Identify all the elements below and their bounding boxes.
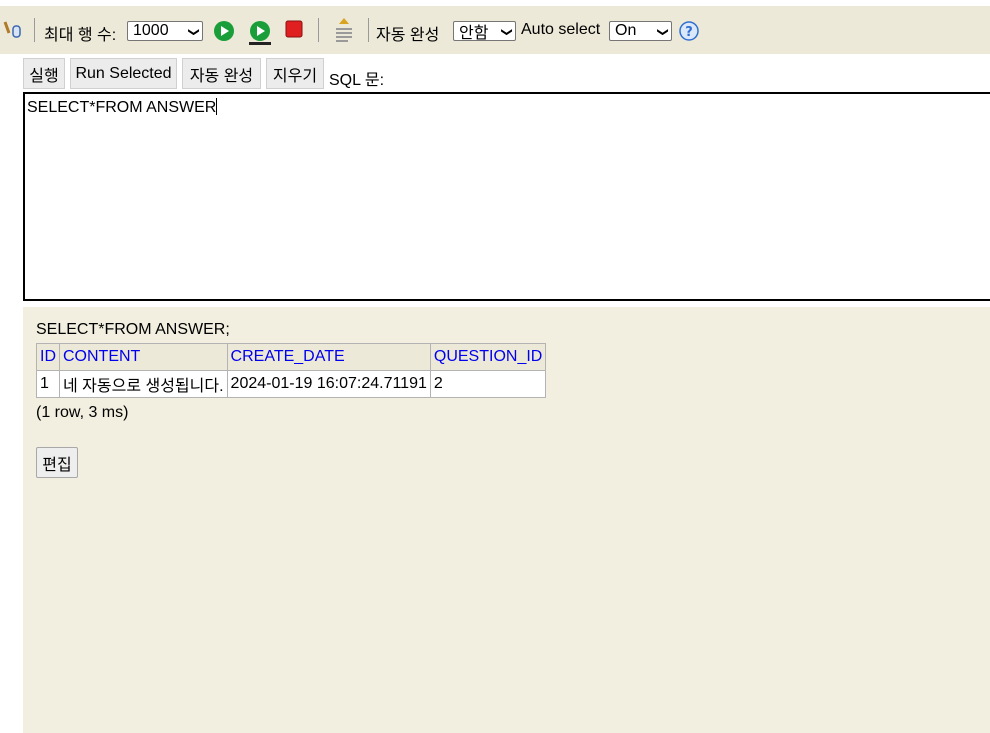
chevron-down-icon: ❮ [500, 27, 513, 37]
toolbar-separator [34, 18, 35, 42]
run-selected-button[interactable]: Run Selected [70, 58, 177, 89]
executed-query: SELECT*FROM ANSWER; [36, 321, 230, 338]
help-icon[interactable]: ? [679, 21, 699, 41]
table-cell: 1 [36, 370, 60, 398]
column-header-question-id[interactable]: QUESTION_ID [429, 343, 547, 371]
clear-button[interactable]: 지우기 [266, 58, 324, 89]
auto-complete-button[interactable]: 자동 완성 [182, 58, 261, 89]
result-panel: SELECT*FROM ANSWER; ID CONTENT CREATE_DA… [23, 307, 990, 733]
sql-statement-label: SQL 문: [329, 72, 385, 89]
auto-complete-label: 자동 완성 [376, 27, 440, 44]
auto-select-select[interactable]: On ❮ [609, 21, 672, 41]
pencil-icon[interactable] [2, 19, 22, 39]
max-rows-value: 1000 [133, 22, 169, 39]
auto-select-value: On [615, 22, 637, 39]
result-table: ID CONTENT CREATE_DATE QUESTION_ID 1 네 자… [36, 343, 547, 398]
auto-select-label: Auto select [521, 21, 601, 38]
table-row: 1 네 자동으로 생성됩니다. 2024-01-19 16:07:24.7119… [36, 370, 547, 398]
column-header-create-date[interactable]: CREATE_DATE [226, 343, 431, 371]
table-cell: 2 [429, 370, 547, 398]
run-selected-icon[interactable] [248, 20, 272, 46]
auto-complete-select[interactable]: 안함 ❮ [453, 21, 516, 42]
auto-complete-value: 안함 [459, 25, 489, 42]
stop-icon[interactable] [285, 20, 303, 38]
column-header-id[interactable]: ID [36, 343, 60, 371]
sql-editor[interactable]: SELECT*FROM ANSWER [23, 92, 990, 301]
chevron-down-icon: ❮ [187, 27, 200, 37]
max-rows-select[interactable]: 1000 ❮ [127, 21, 203, 41]
toolbar-separator [368, 18, 369, 42]
edit-button[interactable]: 편집 [36, 447, 78, 478]
table-cell: 2024-01-19 16:07:24.71191 [226, 370, 431, 398]
sql-editor-text: SELECT*FROM ANSWER [27, 99, 217, 116]
text-cursor [216, 98, 218, 115]
result-summary: (1 row, 3 ms) [36, 404, 129, 421]
toolbar-separator [318, 18, 319, 42]
run-icon[interactable] [213, 20, 235, 42]
table-cell: 네 자동으로 생성됩니다. [59, 370, 228, 398]
column-header-content[interactable]: CONTENT [59, 343, 228, 371]
max-rows-label: 최대 행 수: [44, 27, 117, 44]
table-header-row: ID CONTENT CREATE_DATE QUESTION_ID [36, 343, 547, 371]
chevron-down-icon: ❮ [656, 27, 669, 37]
document-history-icon[interactable] [334, 16, 354, 46]
help-glyph: ? [685, 25, 693, 40]
toolbar: 최대 행 수: 1000 ❮ 자동 완성 안함 ❮ Auto select On… [0, 6, 990, 54]
run-button[interactable]: 실행 [23, 58, 65, 89]
